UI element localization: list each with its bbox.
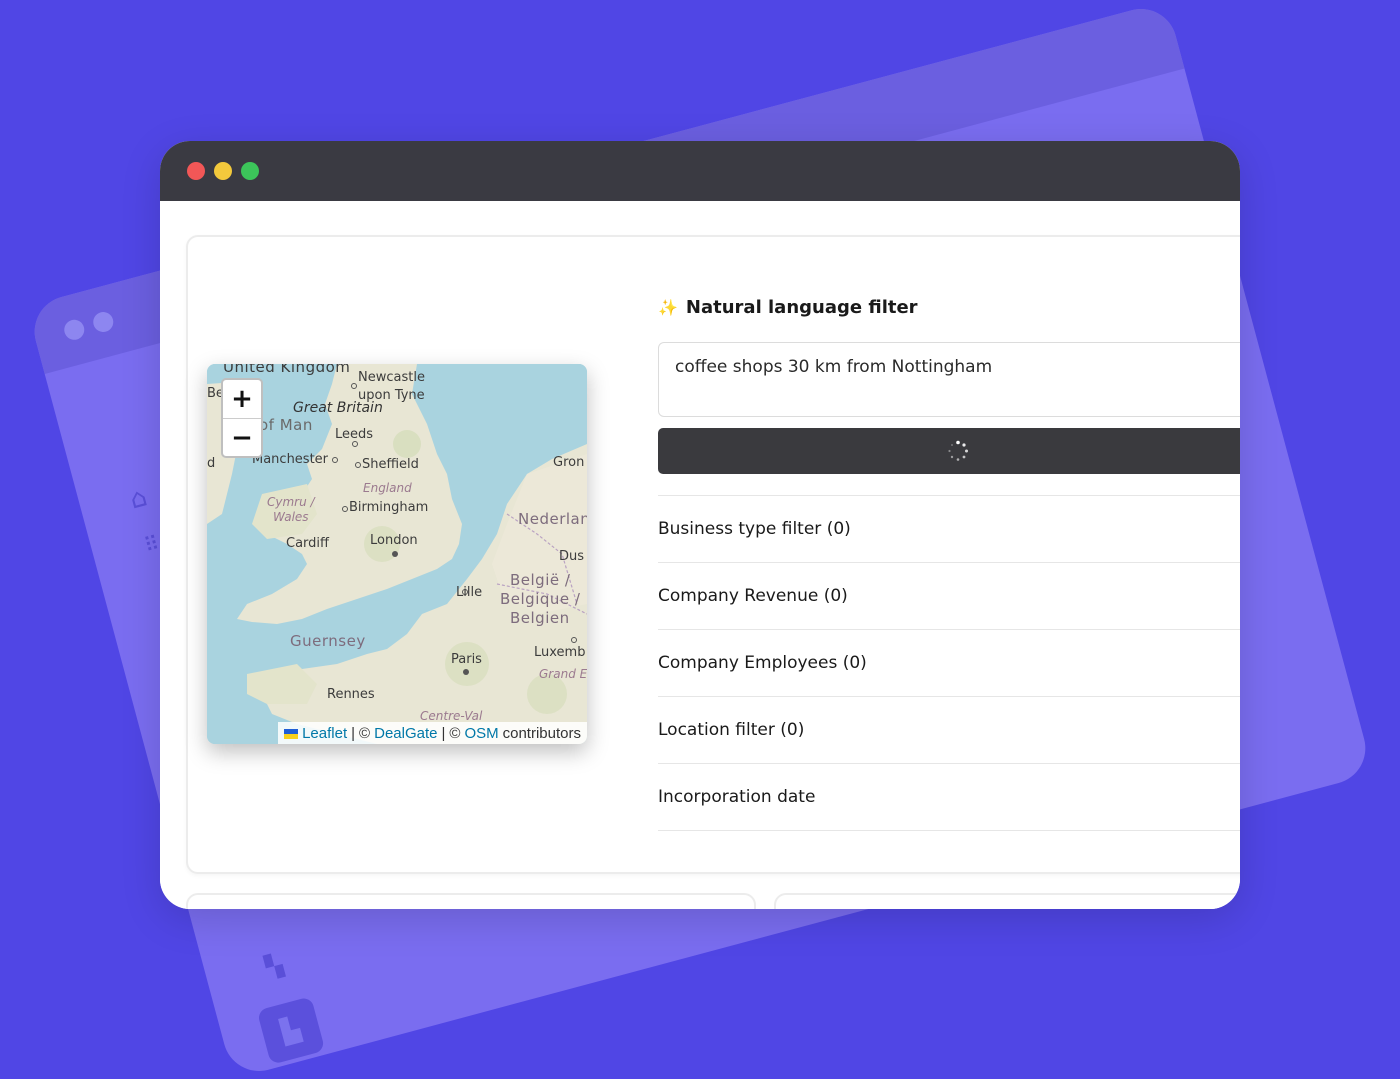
close-window-button[interactable]: [187, 162, 205, 180]
zoom-in-button[interactable]: +: [223, 380, 261, 419]
map-label-leeds: Leeds: [335, 427, 374, 442]
map-label-isle-of-man: of Man: [259, 416, 313, 434]
building-icon: ▚: [263, 952, 286, 982]
map-label-belgique: Belgique /: [500, 590, 581, 608]
map-label-belgien: Belgien: [510, 609, 570, 627]
company-revenue-filter[interactable]: Company Revenue (0): [658, 562, 1240, 629]
bottom-card-right: [774, 893, 1240, 909]
window-titlebar: [160, 141, 1240, 201]
dealgate-link[interactable]: DealGate: [374, 725, 437, 742]
map-label-sheffield: Sheffield: [362, 457, 419, 472]
map-label-great-britain: Great Britain: [293, 400, 383, 416]
osm-link[interactable]: OSM: [464, 725, 498, 742]
window-content: United Kingdom Be Newcastle upon Tyne Gr…: [160, 201, 1240, 909]
company-employees-filter[interactable]: Company Employees (0): [658, 629, 1240, 696]
map-label-grand-est: Grand E: [539, 667, 587, 681]
map-label-cardiff: Cardiff: [286, 536, 329, 551]
map-label-wales: Wales: [273, 510, 309, 524]
grid-icon: ⠿: [141, 530, 162, 558]
maximize-window-button[interactable]: [241, 162, 259, 180]
dealgate-copyright: ©: [359, 724, 371, 742]
map-label-england: England: [363, 481, 412, 495]
map-label-newcastle: Newcastle: [358, 370, 425, 385]
map-label-birmingham: Birmingham: [349, 500, 429, 515]
natural-language-filter-title: ✨ Natural language filter: [658, 297, 918, 318]
map-label-lille: Lille: [456, 585, 483, 600]
sparkle-icon: ✨: [658, 298, 678, 317]
map-label-groningen: Gron: [553, 455, 585, 470]
natural-language-input[interactable]: coffee shops 30 km from Nottingham: [658, 342, 1240, 417]
app-window: United Kingdom Be Newcastle upon Tyne Gr…: [160, 141, 1240, 909]
location-filter[interactable]: Location filter (0): [658, 696, 1240, 763]
map-attribution: Leaflet | © DealGate | © OSM contributor…: [278, 722, 587, 744]
map-label-cymru: Cymru /: [267, 495, 315, 509]
home-icon: ⌂: [126, 482, 151, 516]
incorporation-date-filter[interactable]: Incorporation date: [658, 763, 1240, 831]
map-label-guernsey: Guernsey: [290, 632, 366, 650]
map-label-uk: United Kingdom: [223, 364, 351, 376]
map-label-rennes: Rennes: [327, 687, 375, 702]
business-type-filter[interactable]: Business type filter (0): [658, 495, 1240, 562]
loading-spinner-icon: [948, 440, 968, 461]
map-label-nederland: Nederlan: [518, 510, 587, 528]
map-label-centre-val: Centre-Val: [420, 709, 483, 723]
contributors-text: contributors: [502, 724, 581, 742]
map-label-paris: Paris: [451, 652, 482, 667]
map-label-manchester: Manchester: [252, 452, 329, 467]
map[interactable]: United Kingdom Be Newcastle upon Tyne Gr…: [207, 364, 587, 744]
attribution-separator: |: [441, 724, 446, 742]
minimize-window-button[interactable]: [214, 162, 232, 180]
map-label-london: London: [370, 533, 418, 548]
building-tile-icon: ▙: [256, 996, 326, 1065]
run-filter-button[interactable]: [658, 428, 1240, 474]
map-zoom-control: + −: [221, 378, 263, 458]
bottom-card-left: [186, 893, 756, 909]
map-label-d: d: [207, 456, 216, 471]
map-label-dus: Dus: [559, 549, 585, 564]
ukraine-flag-icon: [284, 728, 299, 739]
map-label-luxemb: Luxemb: [534, 645, 586, 660]
osm-copyright: ©: [449, 724, 461, 742]
zoom-out-button[interactable]: −: [223, 419, 261, 457]
attribution-separator: |: [351, 724, 356, 742]
natural-language-filter-label: Natural language filter: [685, 297, 918, 318]
leaflet-link[interactable]: Leaflet: [284, 725, 347, 742]
map-label-belgie: België /: [510, 571, 571, 589]
